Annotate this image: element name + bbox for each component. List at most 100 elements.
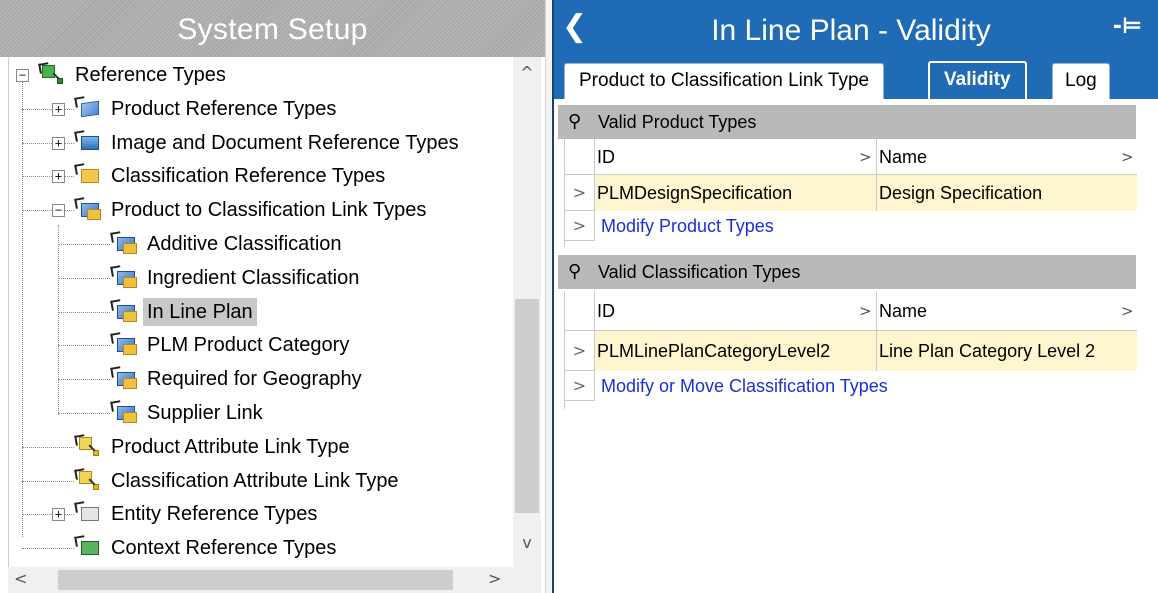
tree-item[interactable]: Supplier Link [110, 397, 267, 429]
expand-icon[interactable]: + [52, 102, 65, 116]
tree-item-label: Supplier Link [147, 402, 263, 424]
tree-guide-line [58, 277, 110, 279]
chevron-left-icon[interactable]: ❮ [562, 8, 587, 46]
tree-item[interactable]: Reference Types [38, 59, 230, 91]
tree-guide-line [22, 446, 74, 448]
valid-product-types-header[interactable]: ⚲ Valid Product Types [558, 105, 1136, 139]
collapse-icon[interactable]: − [52, 204, 65, 218]
row-expand-icon[interactable]: > [565, 175, 595, 211]
column-header-id[interactable]: ID [595, 291, 877, 331]
cell-name[interactable]: Line Plan Category Level 2 [877, 331, 1137, 371]
tree-item-label: Classification Reference Types [111, 165, 386, 188]
tree-guide-line [58, 413, 110, 414]
scroll-left-icon[interactable]: < [14, 569, 27, 588]
scroll-right-icon[interactable]: > [488, 569, 501, 588]
tree-item-label: Image and Document Reference Types [111, 131, 459, 154]
tree-item[interactable]: Required for Geography [110, 363, 366, 395]
tree-guide-line [58, 244, 110, 245]
column-header-name[interactable]: Name [877, 139, 1137, 175]
attribute-link-icon [74, 467, 103, 493]
sort-icon[interactable]: > [859, 291, 872, 331]
reference-types-tree: − Reference Types + Product Reference Types… [8, 57, 513, 567]
collapse-icon[interactable]: − [16, 69, 29, 82]
tree-item-label: Additive Classification [147, 233, 342, 255]
table-header-row: ID > Name > [565, 139, 1137, 175]
tree-item[interactable]: Classification Attribute Link Type [74, 465, 403, 497]
expand-icon[interactable]: + [52, 508, 65, 522]
sort-icon[interactable]: > [1121, 291, 1134, 331]
modify-classification-types-link[interactable]: Modify or Move Classification Types [601, 371, 888, 401]
pin-icon[interactable]: -⊨ [1113, 14, 1142, 39]
pin-icon[interactable]: ⚲ [568, 255, 581, 289]
table-row[interactable]: > PLMDesignSpecification Design Specific… [565, 175, 1137, 211]
row-expand-icon[interactable]: > [565, 211, 595, 241]
tree-item-label: PLM Product Category [147, 334, 350, 357]
tree-item[interactable]: Entity Reference Types [74, 498, 321, 530]
tab-validity[interactable]: Validity [928, 61, 1027, 99]
tree-guide-line [58, 345, 110, 347]
tree-item-label: Product Reference Types [111, 97, 337, 120]
tree-vertical-scrollbar[interactable]: ^ v [513, 57, 541, 567]
tab-product-to-classification-link-type[interactable]: Product to Classification Link Type [564, 63, 885, 99]
validity-content: ⚲ Valid Product Types ID > Name > > PLMD… [554, 99, 1158, 593]
tab-log[interactable]: Log [1052, 63, 1110, 99]
scroll-up-icon[interactable]: ^ [513, 63, 541, 82]
horizontal-scroll-thumb[interactable] [58, 570, 453, 590]
row-expand-icon[interactable]: > [565, 371, 595, 401]
tree-horizontal-scrollbar[interactable]: < > [8, 567, 513, 593]
entity-icon [74, 501, 103, 526]
row-expand-icon[interactable]: > [565, 331, 595, 371]
editor-tabs: Product to Classification Link Type Vali… [554, 57, 1158, 99]
tree-item[interactable]: Ingredient Classification [110, 262, 363, 294]
table-header-row: ID > Name > [565, 291, 1137, 331]
panel-splitter[interactable] [545, 0, 554, 593]
context-icon [74, 535, 103, 560]
tree-item-label: Context Reference Types [111, 537, 337, 560]
link-type-icon [110, 332, 139, 357]
cell-id[interactable]: PLMDesignSpecification [595, 175, 877, 211]
tree-item[interactable]: PLM Product Category [110, 329, 353, 361]
modify-product-types-link[interactable]: Modify Product Types [601, 211, 774, 241]
sort-icon[interactable]: > [1121, 139, 1134, 175]
column-header-id[interactable]: ID [595, 139, 877, 175]
action-row: > Modify or Move Classification Types [565, 371, 1137, 407]
table-row[interactable]: > PLMLinePlanCategoryLevel2 Line Plan Ca… [565, 331, 1137, 371]
expand-icon[interactable]: + [52, 170, 65, 184]
tree-item-label: Reference Types [75, 64, 226, 86]
row-handle-cell [565, 139, 595, 175]
tree-guide-line [58, 225, 59, 415]
vertical-scroll-thumb[interactable] [515, 299, 539, 513]
expand-icon[interactable]: + [52, 136, 65, 150]
tree-item[interactable]: Product to Classification Link Types [74, 194, 430, 226]
tree-item[interactable]: Product Attribute Link Type [74, 431, 354, 463]
attribute-link-icon [74, 434, 103, 459]
editor-title-bar: ❮ In Line Plan - Validity -⊨ [554, 0, 1158, 57]
tree-item[interactable]: Context Reference Types [74, 532, 340, 564]
link-type-icon [110, 400, 139, 425]
row-handle-cell [565, 291, 595, 331]
tree-item-label: Product to Classification Link Types [111, 199, 427, 222]
tree-item[interactable]: Image and Document Reference Types [74, 127, 463, 159]
tree-item[interactable]: Classification Reference Types [74, 160, 389, 192]
tree-guide-line [58, 311, 110, 313]
tree-guide-line [22, 480, 74, 482]
editor-title: In Line Plan - Validity [711, 14, 991, 47]
cell-name[interactable]: Design Specification [877, 175, 1137, 211]
link-type-icon [74, 197, 103, 222]
section-title: Valid Classification Types [598, 262, 801, 282]
tree-item-label: Ingredient Classification [147, 266, 360, 289]
sort-icon[interactable]: > [859, 139, 872, 175]
tree-guide-line [58, 379, 110, 381]
cell-id[interactable]: PLMLinePlanCategoryLevel2 [595, 331, 877, 371]
tree-item-label: Product Attribute Link Type [111, 435, 350, 458]
tree-item[interactable]: Product Reference Types [74, 93, 340, 125]
section-title: Valid Product Types [598, 112, 757, 132]
column-header-name[interactable]: Name [877, 291, 1137, 331]
tree-guide-line [22, 142, 74, 144]
scroll-down-icon[interactable]: v [513, 533, 541, 552]
pin-icon[interactable]: ⚲ [568, 105, 581, 139]
tree-item[interactable]: Additive Classification [110, 228, 346, 260]
tree-guide-line [22, 176, 74, 178]
valid-classification-types-header[interactable]: ⚲ Valid Classification Types [558, 255, 1136, 289]
tree-item[interactable]: In Line Plan [110, 296, 257, 328]
